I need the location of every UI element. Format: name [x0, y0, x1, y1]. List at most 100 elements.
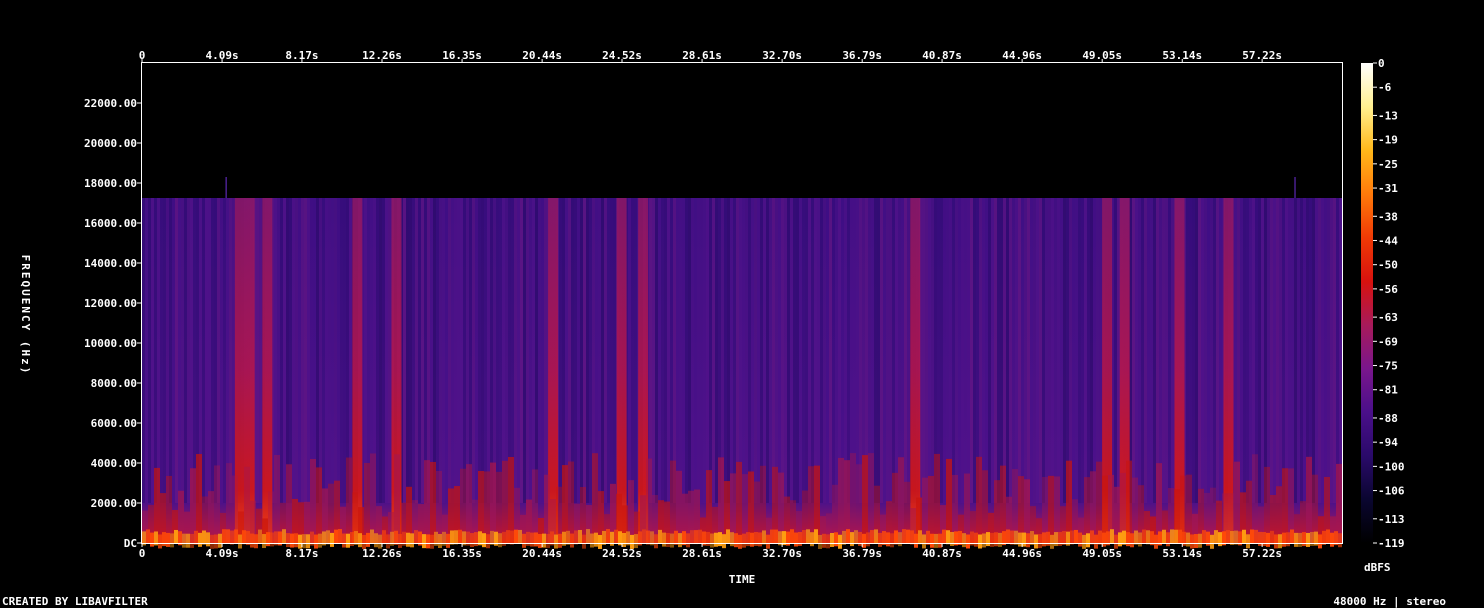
- bass-energy: [406, 532, 410, 547]
- spectral-column: [1006, 198, 1009, 503]
- spectral-column: [565, 198, 568, 503]
- spectral-column: [289, 198, 292, 503]
- spectral-column: [778, 198, 781, 503]
- bass-energy: [678, 533, 682, 548]
- spectral-column: [667, 198, 670, 503]
- credit-text: CREATED BY LIBAVFILTER: [2, 595, 148, 608]
- bass-energy: [1126, 532, 1130, 547]
- spectral-column: [1246, 198, 1249, 503]
- spectral-column: [847, 198, 850, 503]
- bass-energy: [942, 529, 946, 544]
- spectral-column: [145, 198, 148, 503]
- stream-info: 48000 Hz | stereo: [1333, 595, 1446, 608]
- spectral-column: [1141, 198, 1144, 503]
- bass-energy: [1178, 529, 1182, 544]
- x-axis-label: TIME: [729, 573, 756, 586]
- bass-energy: [738, 534, 742, 549]
- spectral-column: [469, 198, 472, 503]
- bass-energy: [222, 529, 226, 544]
- bass-energy: [770, 529, 774, 544]
- bass-energy: [410, 533, 414, 548]
- low-frequency-energy: [670, 460, 676, 543]
- low-frequency-energy: [214, 465, 220, 543]
- bass-energy: [334, 529, 338, 544]
- bass-energy: [674, 530, 678, 545]
- spectrum-content: [142, 177, 1342, 549]
- spectral-column: [1027, 198, 1030, 503]
- bass-energy: [558, 533, 562, 548]
- x-tick-label-top: 0: [139, 49, 146, 62]
- bass-energy: [710, 533, 714, 548]
- bass-energy: [730, 532, 734, 547]
- x-tick-label-top: 36.79s: [842, 49, 882, 62]
- bass-energy: [522, 533, 526, 548]
- bass-energy: [1074, 529, 1078, 544]
- bass-energy: [886, 532, 890, 547]
- bass-energy: [1326, 529, 1330, 544]
- spectral-column: [1144, 198, 1147, 503]
- bass-energy: [346, 533, 350, 548]
- loud-band: [352, 198, 363, 543]
- spectral-column: [715, 198, 718, 503]
- bass-energy: [490, 530, 494, 545]
- spectral-column: [1057, 198, 1060, 503]
- bass-energy: [566, 530, 570, 545]
- spectral-column: [802, 198, 805, 503]
- bass-energy: [1230, 531, 1234, 546]
- spectral-column: [955, 198, 958, 503]
- spectral-column: [1303, 198, 1306, 503]
- bass-energy: [242, 530, 246, 545]
- spectral-column: [532, 198, 535, 503]
- colorbar-tick-label: -100: [1378, 460, 1405, 473]
- spectral-column: [805, 198, 808, 503]
- spectral-column: [1084, 198, 1087, 503]
- bass-energy: [606, 529, 610, 544]
- spectral-column: [604, 198, 607, 503]
- spectral-column: [1258, 198, 1261, 503]
- x-tick-label-top: 28.61s: [682, 49, 722, 62]
- bass-energy: [1130, 533, 1134, 548]
- bass-energy: [1042, 532, 1046, 547]
- spectral-column: [505, 198, 508, 503]
- bass-energy: [370, 529, 374, 544]
- spectral-column: [1024, 198, 1027, 503]
- spectral-column: [601, 198, 604, 503]
- x-tick-label-top: 32.70s: [762, 49, 802, 62]
- bass-energy: [414, 530, 418, 545]
- spectral-column: [463, 198, 466, 503]
- colorbar-tick-label: -44: [1378, 234, 1398, 247]
- spectral-column: [685, 198, 688, 503]
- spectral-column: [967, 198, 970, 503]
- bass-energy: [546, 533, 550, 548]
- bass-energy: [182, 533, 186, 548]
- spectral-column: [283, 198, 286, 503]
- x-tick-label-top: 40.87s: [922, 49, 962, 62]
- bass-energy: [450, 530, 454, 545]
- bass-energy: [994, 532, 998, 547]
- spectral-column: [376, 198, 379, 503]
- spectral-column: [1261, 198, 1264, 503]
- spectral-column: [988, 198, 991, 503]
- spectral-column: [814, 198, 817, 503]
- bass-energy: [1266, 532, 1270, 547]
- low-frequency-energy: [736, 461, 742, 543]
- spectral-column: [658, 198, 661, 503]
- low-frequency-energy: [484, 471, 490, 543]
- spectral-column: [493, 198, 496, 503]
- bass-energy: [726, 529, 730, 544]
- spectral-column: [1066, 198, 1069, 503]
- bass-energy: [518, 529, 522, 544]
- low-frequency-energy: [646, 458, 652, 543]
- bass-energy: [1234, 530, 1238, 545]
- y-tick-label: 16000.00: [84, 217, 137, 230]
- spectral-column: [1324, 198, 1327, 503]
- colorbar-tick-label: -81: [1378, 384, 1398, 397]
- bass-energy: [1154, 534, 1158, 549]
- x-tick-label-bottom: 4.09s: [206, 547, 239, 560]
- spectral-column: [286, 198, 289, 503]
- low-frequency-energy: [1336, 463, 1342, 543]
- spectral-column: [295, 198, 298, 503]
- spectral-column: [430, 198, 433, 503]
- bass-energy: [722, 534, 726, 549]
- x-tick-label-bottom: 8.17s: [285, 547, 318, 560]
